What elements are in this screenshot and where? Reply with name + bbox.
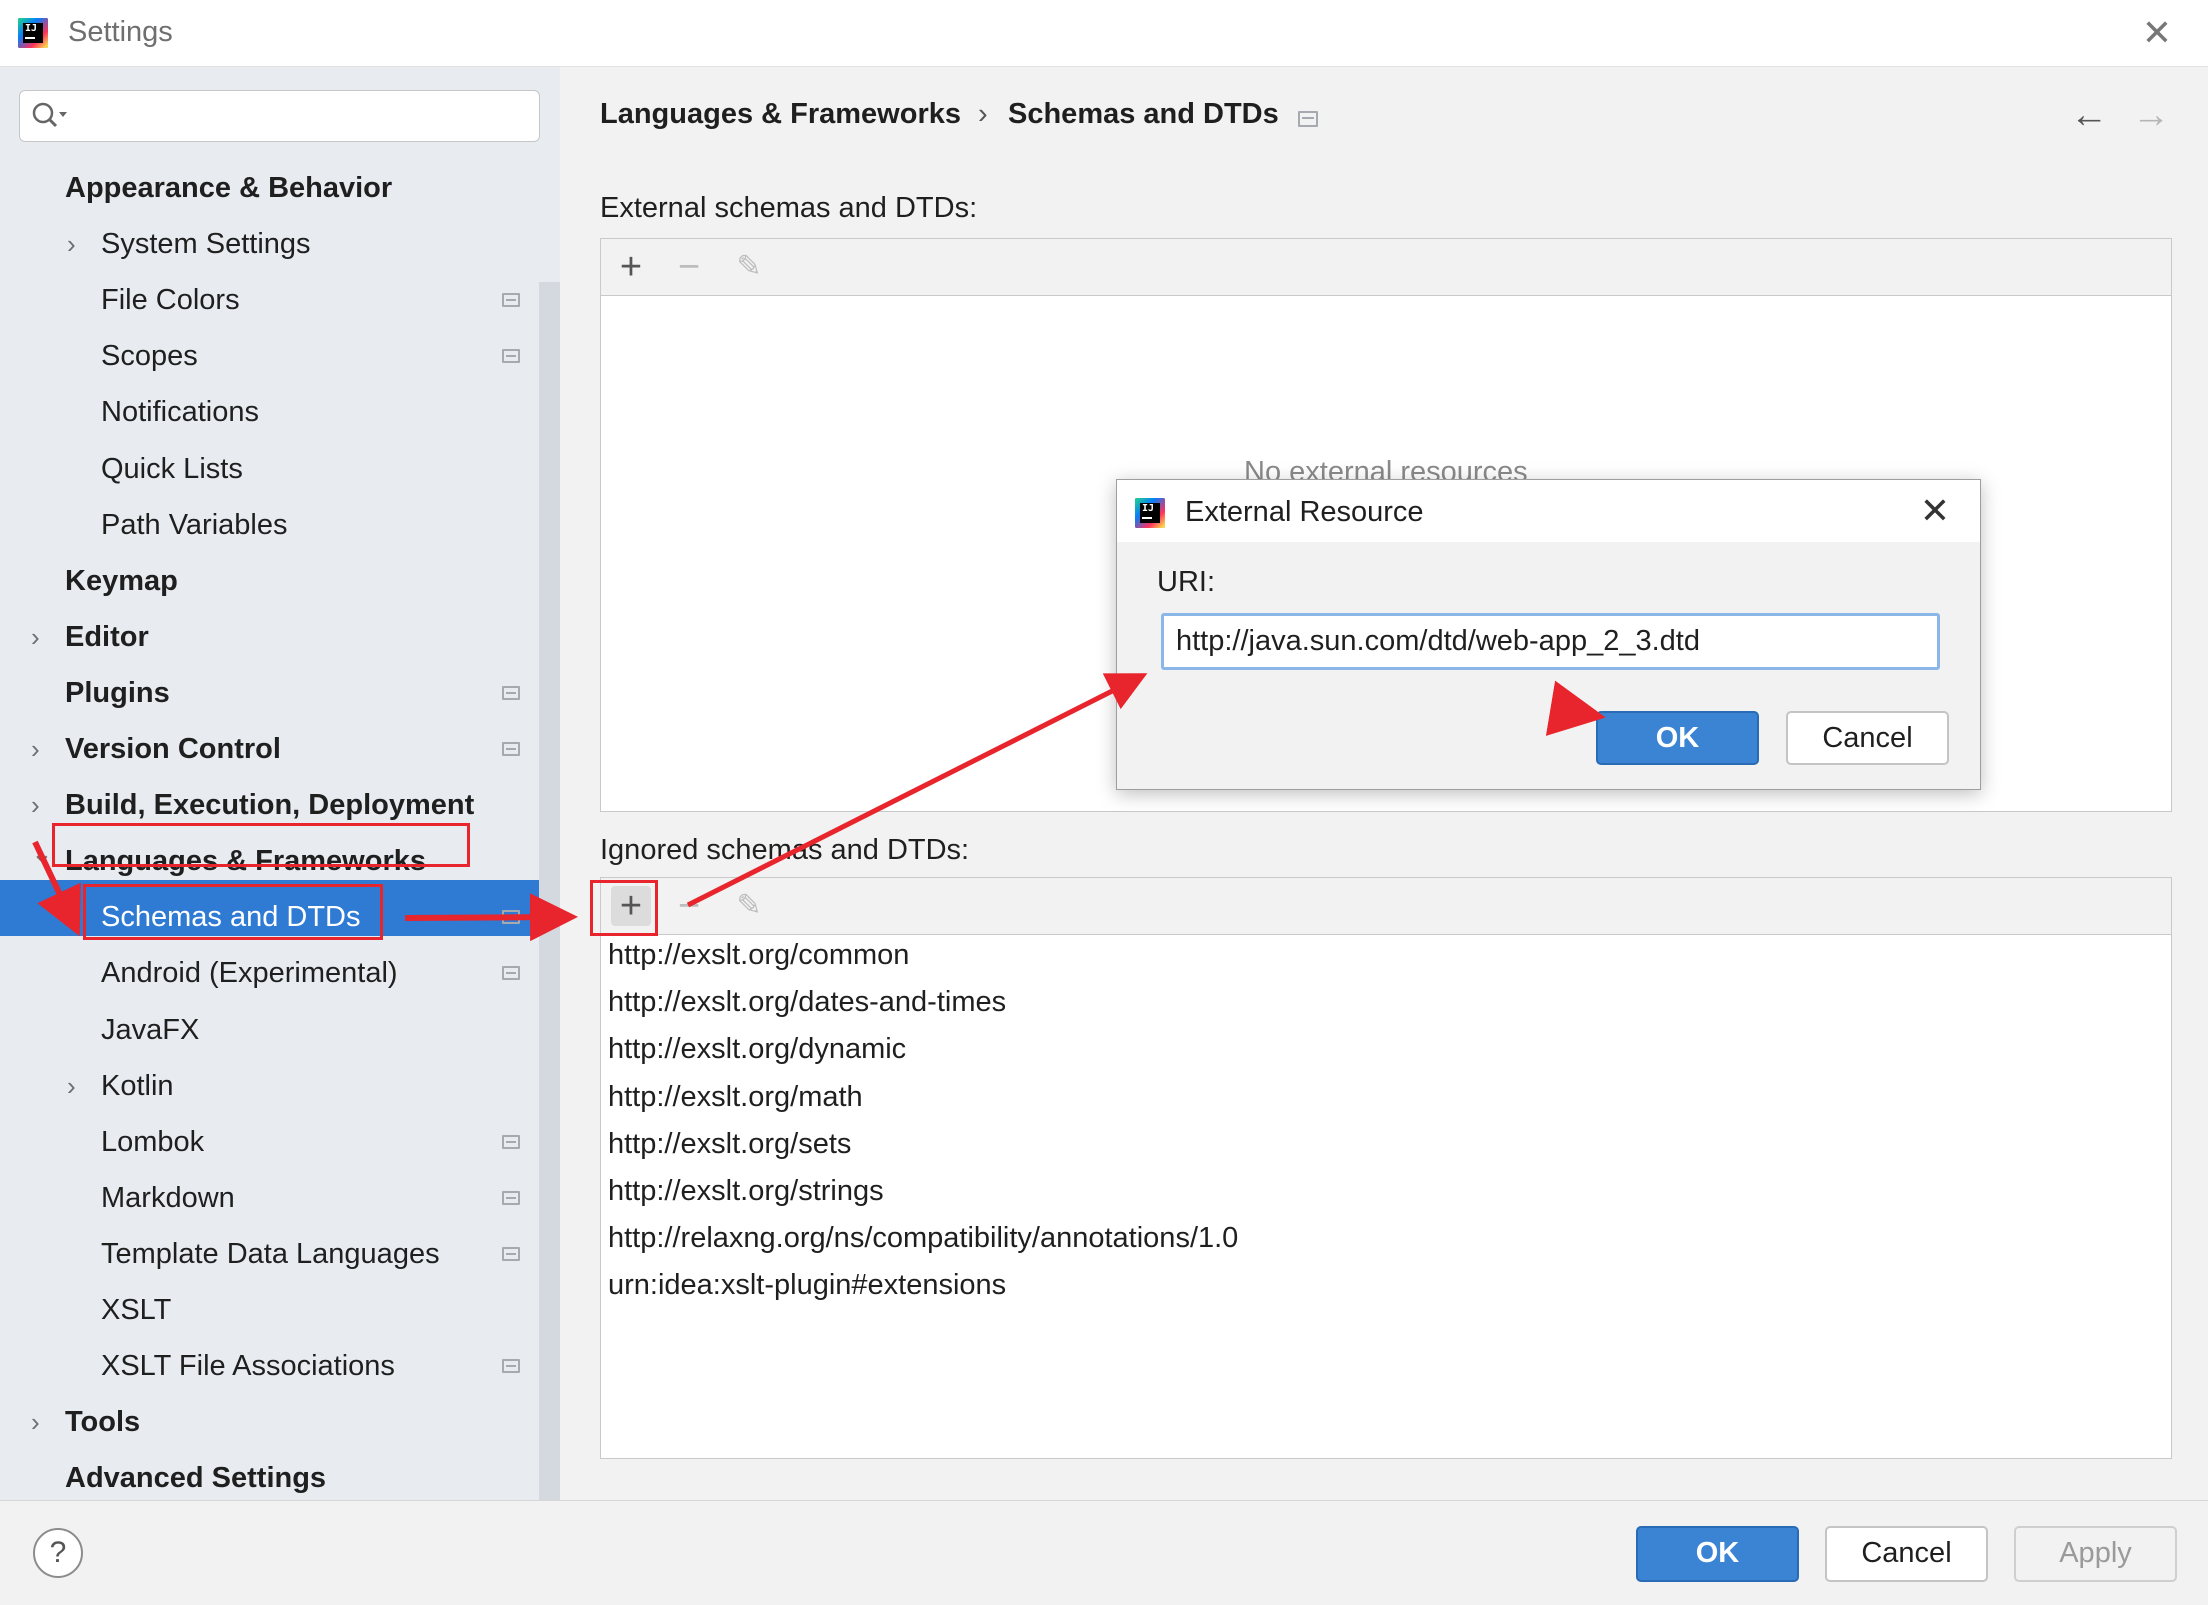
- ignored-schema-row[interactable]: http://exslt.org/dynamic: [608, 1033, 906, 1066]
- window-title: Settings: [68, 16, 173, 48]
- external-schemas-label: External schemas and DTDs:: [600, 192, 978, 224]
- sidebar-item-path-variables[interactable]: Path Variables: [101, 500, 287, 550]
- annotation-box-add: [590, 880, 658, 936]
- sidebar-item-kotlin[interactable]: Kotlin: [101, 1061, 174, 1111]
- project-level-icon: [502, 1359, 520, 1374]
- settings-search-input[interactable]: [19, 90, 540, 142]
- chevron-right-icon[interactable]: ›: [31, 780, 40, 830]
- ignored-schema-row[interactable]: http://exslt.org/sets: [608, 1128, 851, 1161]
- ignored-schema-row[interactable]: http://exslt.org/math: [608, 1081, 863, 1114]
- breadcrumb-parent[interactable]: Languages & Frameworks: [600, 98, 961, 131]
- edit-icon[interactable]: ✎: [729, 247, 769, 287]
- sidebar-item-notifications[interactable]: Notifications: [101, 387, 259, 437]
- project-level-icon: [1298, 111, 1318, 127]
- project-level-icon: [502, 1190, 520, 1205]
- chevron-right-icon[interactable]: ›: [67, 892, 76, 942]
- intellij-app-icon: IJ: [1135, 498, 1165, 528]
- back-arrow-icon[interactable]: ←: [2070, 94, 2108, 137]
- sidebar-item-xslt-file-associations[interactable]: XSLT File Associations: [101, 1341, 395, 1391]
- ignored-schema-row[interactable]: http://relaxng.org/ns/compatibility/anno…: [608, 1222, 1238, 1255]
- sidebar-item-keymap[interactable]: Keymap: [65, 556, 178, 606]
- sidebar-item-javafx[interactable]: JavaFX: [101, 1005, 199, 1055]
- annotation-box-languages: [52, 823, 470, 867]
- search-icon[interactable]: [30, 100, 70, 132]
- forward-arrow-icon[interactable]: →: [2132, 94, 2170, 137]
- dialog-ok-button[interactable]: OK: [1596, 711, 1759, 765]
- sidebar-item-quick-lists[interactable]: Quick Lists: [101, 444, 243, 494]
- chevron-right-icon[interactable]: ›: [31, 1397, 40, 1447]
- chevron-down-icon[interactable]: ⌄: [31, 828, 53, 878]
- chevron-right-icon[interactable]: ›: [31, 724, 40, 774]
- ignored-toolbar: + − ✎: [601, 878, 2171, 935]
- ok-button[interactable]: OK: [1636, 1526, 1799, 1582]
- project-level-icon: [502, 1246, 520, 1261]
- project-level-icon: [502, 1134, 520, 1149]
- cancel-button[interactable]: Cancel: [1825, 1526, 1988, 1582]
- ignored-schema-row[interactable]: http://exslt.org/common: [608, 939, 909, 972]
- sidebar-item-version-control[interactable]: Version Control: [65, 724, 281, 774]
- uri-input[interactable]: [1161, 613, 1940, 670]
- project-level-icon: [502, 349, 520, 364]
- ignored-schemas-label: Ignored schemas and DTDs:: [600, 834, 970, 866]
- sidebar-item-lombok[interactable]: Lombok: [101, 1117, 204, 1167]
- sidebar-item-appearance-behavior[interactable]: Appearance & Behavior: [65, 163, 392, 213]
- external-toolbar: + − ✎: [601, 239, 2171, 296]
- sidebar-item-editor[interactable]: Editor: [65, 612, 149, 662]
- ignored-schema-row[interactable]: http://exslt.org/dates-and-times: [608, 986, 1006, 1019]
- remove-icon[interactable]: −: [669, 886, 709, 926]
- window-close-icon[interactable]: ✕: [2136, 12, 2178, 54]
- sidebar-item-file-colors[interactable]: File Colors: [101, 275, 240, 325]
- project-level-icon: [502, 966, 520, 981]
- external-resource-dialog: IJ External Resource ✕ URI: OK Cancel: [1116, 479, 1981, 790]
- project-level-icon: [502, 685, 520, 700]
- dialog-cancel-button[interactable]: Cancel: [1786, 711, 1949, 765]
- uri-label: URI:: [1157, 566, 1215, 598]
- add-icon[interactable]: +: [611, 247, 651, 287]
- help-button[interactable]: ?: [33, 1528, 83, 1578]
- sidebar-item-template-data-languages[interactable]: Template Data Languages: [101, 1229, 440, 1279]
- sidebar-item-system-settings[interactable]: System Settings: [101, 219, 311, 269]
- project-level-icon: [502, 742, 520, 756]
- sidebar-scrollbar[interactable]: [539, 282, 560, 1500]
- window-titlebar: [0, 0, 2208, 67]
- sidebar-item-plugins[interactable]: Plugins: [65, 668, 170, 718]
- sidebar-item-advanced-settings[interactable]: Advanced Settings: [65, 1453, 326, 1503]
- edit-icon[interactable]: ✎: [729, 886, 769, 926]
- sidebar-item-xslt[interactable]: XSLT: [101, 1285, 171, 1335]
- project-level-icon: [502, 910, 520, 925]
- remove-icon[interactable]: −: [669, 247, 709, 287]
- sidebar-item-scopes[interactable]: Scopes: [101, 331, 198, 381]
- apply-button[interactable]: Apply: [2014, 1526, 2177, 1582]
- chevron-right-icon[interactable]: ›: [31, 612, 40, 662]
- breadcrumb-current: Schemas and DTDs: [1008, 98, 1279, 130]
- sidebar-item-android-experimental[interactable]: Android (Experimental): [101, 948, 398, 998]
- intellij-app-icon: IJ: [18, 18, 48, 48]
- dialog-title: External Resource: [1185, 496, 1424, 528]
- dialog-close-icon[interactable]: ✕: [1920, 490, 1950, 532]
- chevron-right-icon[interactable]: ›: [67, 1061, 76, 1111]
- annotation-box-schemas: [83, 884, 383, 940]
- sidebar-item-markdown[interactable]: Markdown: [101, 1173, 235, 1223]
- sidebar-item-tools[interactable]: Tools: [65, 1397, 140, 1447]
- chevron-right-icon[interactable]: ›: [67, 219, 76, 269]
- breadcrumb-separator: ›: [978, 98, 988, 130]
- project-level-icon: [502, 293, 520, 308]
- ignored-schema-row[interactable]: urn:idea:xslt-plugin#extensions: [608, 1269, 1006, 1302]
- ignored-schema-row[interactable]: http://exslt.org/strings: [608, 1175, 884, 1208]
